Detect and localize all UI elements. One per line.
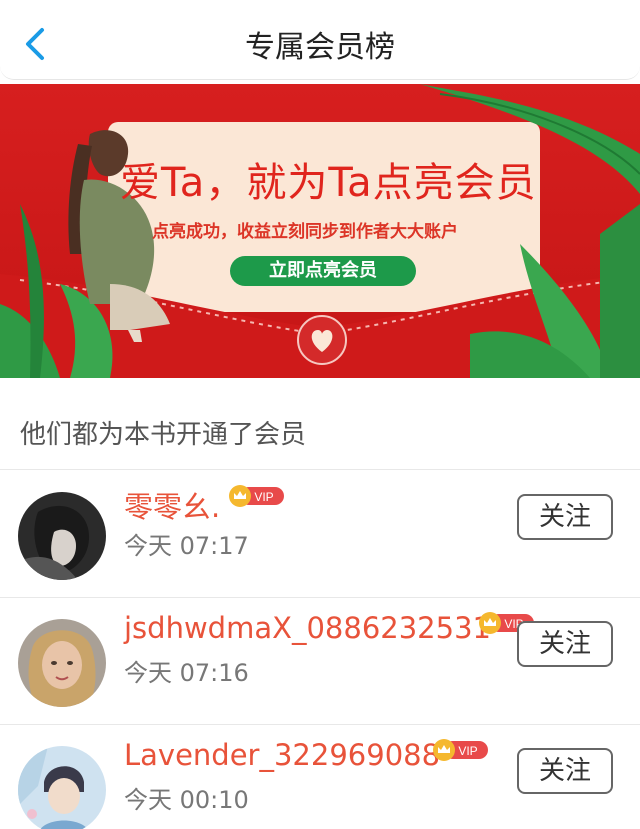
follow-button[interactable]: 关注 bbox=[517, 748, 613, 794]
svg-text:VIP: VIP bbox=[458, 744, 477, 758]
section-title: 他们都为本书开通了会员 bbox=[20, 420, 307, 450]
member-row[interactable]: Lavender_322969088 VIP 今天 00:10 关注 bbox=[0, 724, 640, 829]
promo-banner[interactable]: 爱Ta，就为Ta点亮会员 点亮成功，收益立刻同步到作者大大账户 立即点亮会员 bbox=[0, 84, 640, 378]
vip-badge: VIP bbox=[433, 739, 488, 761]
avatar[interactable] bbox=[18, 619, 106, 707]
top-bar: 专属会员榜 bbox=[0, 0, 640, 80]
member-name[interactable]: 零零幺. bbox=[124, 484, 220, 526]
member-name[interactable]: jsdhwdmaX_0886232531 bbox=[124, 611, 491, 645]
follow-button[interactable]: 关注 bbox=[517, 494, 613, 540]
member-row[interactable]: 零零幺. VIP 今天 07:17 关注 bbox=[0, 470, 640, 597]
join-time: 今天 00:10 bbox=[124, 786, 249, 814]
member-name[interactable]: Lavender_322969088 bbox=[124, 738, 440, 772]
avatar[interactable] bbox=[18, 746, 106, 829]
avatar[interactable] bbox=[18, 492, 106, 580]
join-time: 今天 07:17 bbox=[124, 532, 249, 560]
member-row[interactable]: jsdhwdmaX_0886232531 VIP 今天 07:16 关注 bbox=[0, 597, 640, 724]
light-up-member-button[interactable]: 立即点亮会员 bbox=[230, 256, 416, 286]
page-title: 专属会员榜 bbox=[245, 30, 395, 65]
join-time: 今天 07:16 bbox=[124, 659, 249, 687]
svg-text:VIP: VIP bbox=[254, 490, 273, 504]
vip-badge: VIP bbox=[229, 485, 284, 507]
banner-subtitle: 点亮成功，收益立刻同步到作者大大账户 bbox=[152, 222, 458, 242]
banner-headline: 爱Ta，就为Ta点亮会员 bbox=[120, 160, 537, 206]
follow-button[interactable]: 关注 bbox=[517, 621, 613, 667]
